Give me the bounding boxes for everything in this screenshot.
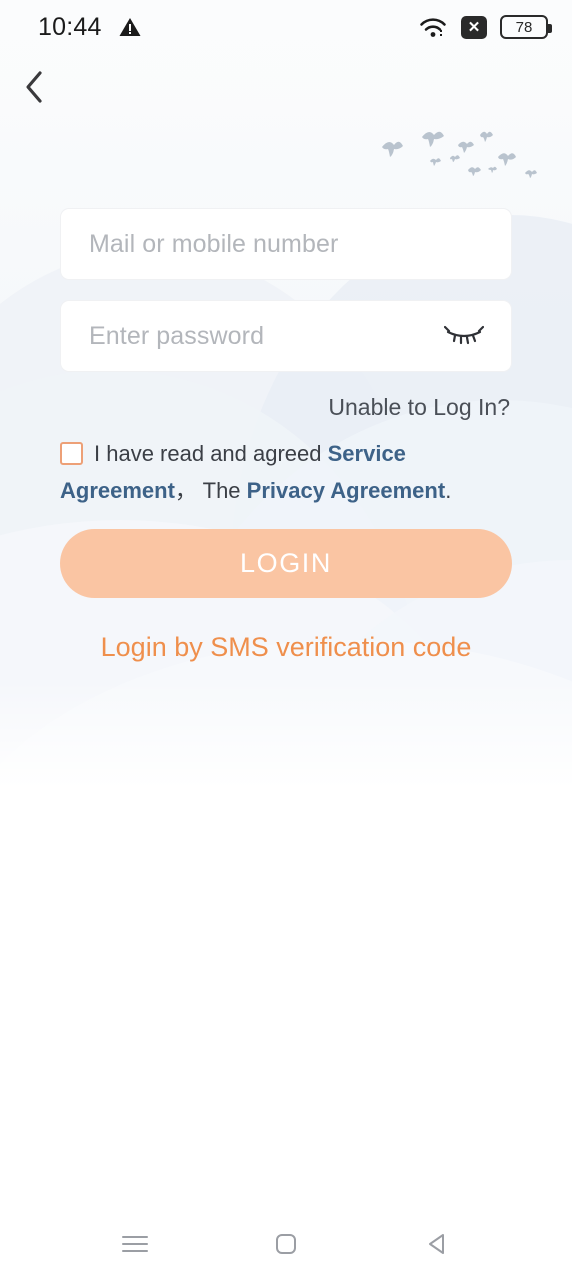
login-button[interactable]: LOGIN <box>60 529 512 598</box>
agreement-separator: ， The <box>174 478 247 503</box>
agreement-suffix: . <box>445 478 452 503</box>
account-input-placeholder: Mail or mobile number <box>89 229 339 258</box>
sms-login-link[interactable]: Login by SMS verification code <box>0 632 572 663</box>
battery-level: 78 <box>515 18 533 36</box>
password-visibility-toggle[interactable] <box>443 321 485 351</box>
phone-screen: 10:44 ✕ 78 Mail or mobile number Enter p… <box>0 0 572 1280</box>
android-nav-bar <box>0 1208 572 1280</box>
status-time: 10:44 <box>38 12 102 41</box>
status-bar-right: ✕ 78 <box>418 15 552 40</box>
status-bar: 10:44 ✕ 78 <box>0 0 572 54</box>
back-chevron-icon <box>26 71 42 103</box>
home-square-icon <box>275 1234 296 1254</box>
agreement-prefix: I have read and agreed <box>94 441 328 466</box>
eye-off-icon <box>444 325 484 345</box>
background-bottom-fade <box>0 680 572 820</box>
password-input-placeholder: Enter password <box>89 321 265 350</box>
warning-triangle-icon <box>119 18 141 36</box>
back-nav-button[interactable] <box>402 1219 472 1269</box>
account-field[interactable]: Mail or mobile number <box>60 208 512 280</box>
home-button[interactable] <box>251 1219 321 1269</box>
login-form: Mail or mobile number Enter password Una… <box>0 208 572 663</box>
x-box-icon: ✕ <box>461 15 487 39</box>
unable-to-login-link[interactable]: Unable to Log In? <box>0 394 510 421</box>
back-triangle-icon <box>428 1234 444 1254</box>
status-bar-left: 10:44 <box>38 13 142 42</box>
wifi-icon <box>420 17 446 37</box>
password-field[interactable]: Enter password <box>60 300 512 372</box>
agreement-row: I have read and agreed Service Agreement… <box>60 435 512 509</box>
privacy-agreement-link[interactable]: Privacy Agreement <box>247 478 446 503</box>
birds-flock-icon <box>382 131 537 178</box>
battery-icon: 78 <box>500 15 552 39</box>
menu-lines-icon <box>122 1236 149 1252</box>
back-button[interactable] <box>8 62 60 112</box>
recents-button[interactable] <box>100 1219 170 1269</box>
agreement-checkbox[interactable] <box>60 442 83 465</box>
